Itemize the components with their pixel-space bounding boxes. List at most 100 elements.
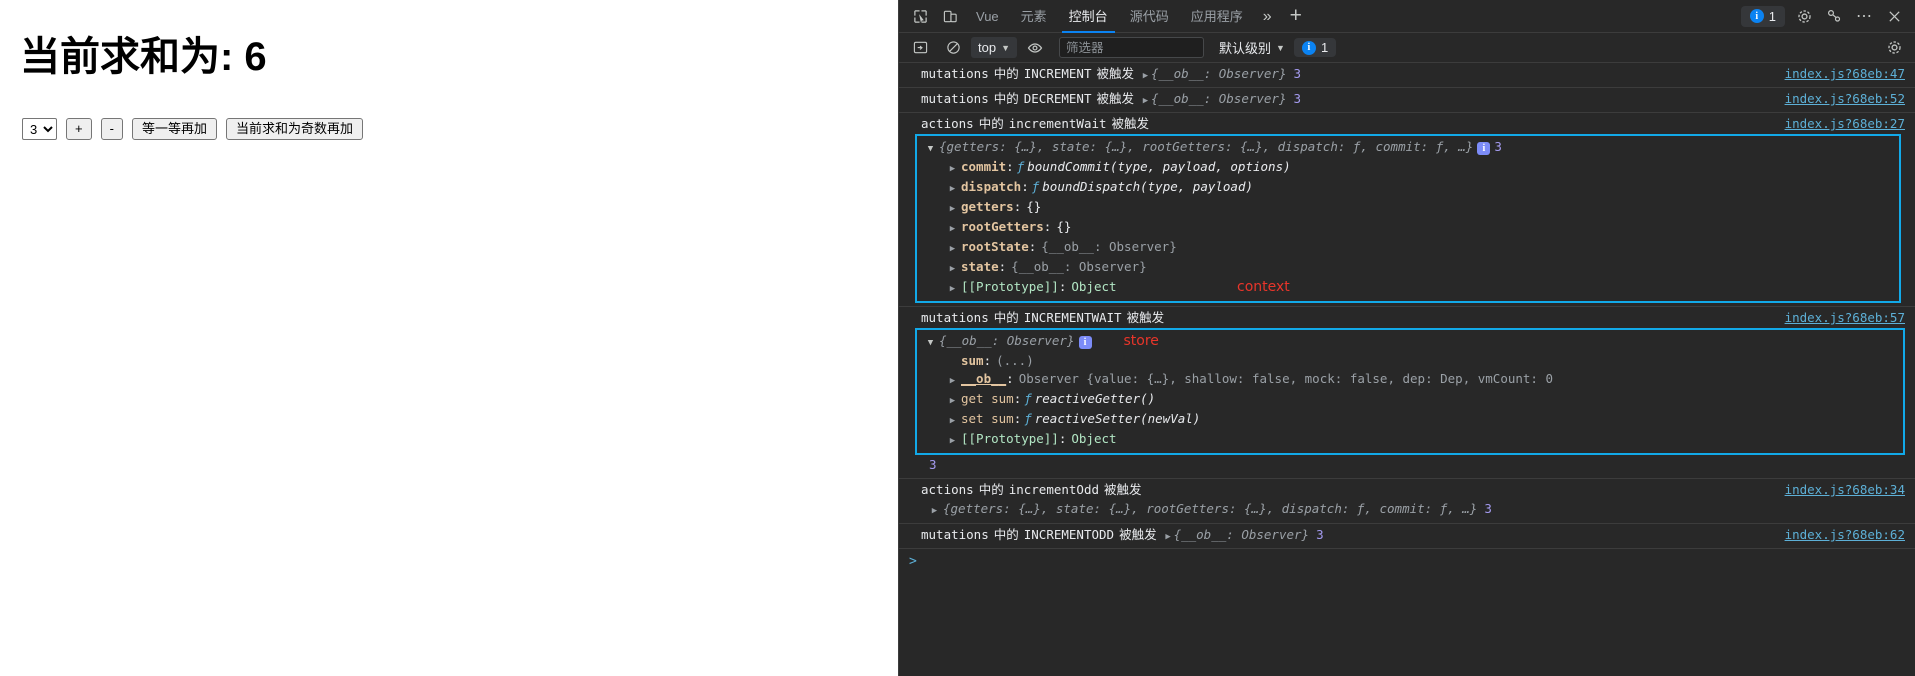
issues-button[interactable]: i 1	[1740, 5, 1785, 27]
console-settings-gear-icon[interactable]	[1879, 35, 1909, 61]
expand-arrow-icon[interactable]: ▶	[947, 180, 958, 198]
message-value: 3	[1293, 91, 1302, 106]
tree-row-get-sum[interactable]: ▶ get sum: ƒ reactiveGetter()	[947, 390, 1895, 410]
error-count-badge[interactable]: i 1	[1293, 38, 1337, 57]
tree-row-prototype[interactable]: ▶ [[Prototype]]: Object	[947, 430, 1895, 450]
tree-row-prototype[interactable]: ▶ [[Prototype]]: Object context	[947, 278, 1891, 298]
expand-arrow-icon[interactable]: ▶	[947, 260, 958, 278]
prop-key: sum	[961, 353, 984, 368]
object-tree: sum: (...) ▶ __ob__: Observer {value: {……	[917, 352, 1903, 451]
expand-arrow-icon[interactable]: ▶	[947, 392, 958, 410]
expand-arrow-icon[interactable]: ▶	[947, 432, 958, 450]
tab-elements[interactable]: 元素	[1010, 0, 1058, 33]
expand-arrow-icon[interactable]: ▶	[947, 280, 958, 298]
object-header: {__ob__: Observer}	[939, 333, 1075, 348]
info-badge-icon[interactable]: i	[1477, 142, 1491, 155]
log-level-selector[interactable]: 默认级别 ▼	[1213, 36, 1291, 59]
prop-value: {}	[1056, 219, 1072, 234]
message-row: actions 中的 incrementOdd 被触发	[899, 480, 1915, 500]
console-message[interactable]: mutations 中的 INCREMENTODD 被触发 ▶ {__ob__:…	[899, 524, 1915, 549]
console-message[interactable]: mutations 中的 INCREMENTWAIT 被触发 index.js?…	[899, 307, 1915, 479]
object-preview-row[interactable]: ▶ {getters: {…}, state: {…}, rootGetters…	[899, 500, 1915, 522]
annotation-context: context	[1237, 279, 1290, 295]
function-marker: ƒ	[1031, 179, 1040, 194]
minus-button[interactable]: -	[100, 118, 123, 140]
object-preview[interactable]: {__ob__: Observer}	[1151, 90, 1287, 108]
context-selector[interactable]: top ▼	[971, 37, 1017, 58]
console-output[interactable]: mutations 中的 INCREMENT 被触发 ▶ {__ob__: Ob…	[899, 63, 1915, 676]
odd-add-button[interactable]: 当前求和为奇数再加	[225, 118, 363, 140]
prop-key: state	[961, 259, 999, 274]
expand-arrow-icon[interactable]: ▶	[1140, 67, 1151, 85]
console-message[interactable]: actions 中的 incrementWait 被触发 index.js?68…	[899, 113, 1915, 307]
tab-vue[interactable]: Vue	[965, 0, 1010, 33]
number-select[interactable]: 3	[22, 118, 57, 140]
source-link[interactable]: index.js?68eb:62	[1785, 526, 1905, 544]
tree-row-dispatch[interactable]: ▶ dispatch: ƒ boundDispatch(type, payloa…	[947, 178, 1891, 198]
filter-input[interactable]	[1059, 37, 1204, 58]
tree-row-rootstate[interactable]: ▶ rootState: {__ob__: Observer}	[947, 238, 1891, 258]
tree-row-ob[interactable]: ▶ __ob__: Observer {value: {…}, shallow:…	[947, 370, 1895, 390]
add-tab-icon[interactable]: +	[1281, 1, 1311, 31]
collapse-arrow-icon[interactable]: ▼	[925, 334, 936, 352]
expand-arrow-icon[interactable]: ▶	[947, 160, 958, 178]
object-preview[interactable]: {__ob__: Observer}	[1151, 65, 1287, 83]
tree-row-state[interactable]: ▶ state: {__ob__: Observer}	[947, 258, 1891, 278]
expand-arrow-icon[interactable]: ▶	[947, 412, 958, 430]
inspect-element-icon[interactable]	[905, 3, 935, 29]
expand-arrow-icon[interactable]: ▶	[947, 200, 958, 218]
info-badge-icon[interactable]: i	[1078, 336, 1092, 349]
message-suffix: 被触发	[1126, 310, 1165, 325]
source-link[interactable]: index.js?68eb:57	[1785, 309, 1905, 327]
tree-row-getters[interactable]: ▶ getters: {}	[947, 198, 1891, 218]
tree-row-commit[interactable]: ▶ commit: ƒ boundCommit(type, payload, o…	[947, 158, 1891, 178]
message-prefix: actions	[921, 482, 974, 497]
prop-key: __ob__	[961, 371, 1007, 386]
more-options-icon[interactable]	[1819, 3, 1849, 29]
clear-console-icon[interactable]	[938, 35, 968, 61]
console-message[interactable]: actions 中的 incrementOdd 被触发 index.js?68e…	[899, 479, 1915, 524]
console-prompt[interactable]: >	[899, 549, 1915, 575]
message-row: mutations 中的 INCREMENTWAIT 被触发	[899, 308, 1915, 328]
chevron-down-icon: ▼	[1276, 42, 1285, 53]
object-preview[interactable]: {__ob__: Observer}	[1174, 526, 1310, 544]
tab-console[interactable]: 控制台	[1058, 0, 1119, 33]
console-message[interactable]: mutations 中的 INCREMENT 被触发 ▶ {__ob__: Ob…	[899, 63, 1915, 88]
prop-value: reactiveSetter(newVal)	[1034, 411, 1201, 426]
source-link[interactable]: index.js?68eb:52	[1785, 90, 1905, 108]
expand-arrow-icon[interactable]: ▶	[947, 240, 958, 258]
wait-add-button[interactable]: 等一等再加	[131, 118, 217, 140]
dock-side-icon[interactable]: ⋯	[1849, 3, 1879, 29]
message-name: incrementOdd	[1008, 482, 1100, 497]
tree-row-rootgetters[interactable]: ▶ rootGetters: {}	[947, 218, 1891, 238]
object-header-row[interactable]: ▼ {getters: {…}, state: {…}, rootGetters…	[917, 138, 1899, 158]
return-value: 3	[929, 457, 937, 472]
expand-arrow-icon[interactable]: ▶	[1140, 92, 1151, 110]
source-link[interactable]: index.js?68eb:27	[1785, 115, 1905, 133]
chevron-down-icon: ▼	[1001, 42, 1010, 53]
source-link[interactable]: index.js?68eb:34	[1785, 481, 1905, 499]
tree-row-set-sum[interactable]: ▶ set sum: ƒ reactiveSetter(newVal)	[947, 410, 1895, 430]
collapse-arrow-icon[interactable]: ▼	[925, 140, 936, 158]
device-toolbar-icon[interactable]	[935, 3, 965, 29]
plus-button[interactable]: +	[66, 118, 92, 140]
live-expression-icon[interactable]	[1020, 35, 1050, 61]
close-icon[interactable]	[1879, 3, 1909, 29]
expand-arrow-icon[interactable]: ▶	[947, 372, 958, 390]
gear-icon[interactable]	[1789, 3, 1819, 29]
prop-sep: :	[1006, 371, 1014, 386]
expand-arrow-icon[interactable]: ▶	[929, 502, 940, 520]
more-tabs-icon[interactable]: »	[1254, 0, 1281, 33]
expand-arrow-icon[interactable]: ▶	[947, 220, 958, 238]
source-link[interactable]: index.js?68eb:47	[1785, 65, 1905, 83]
tree-row-sum[interactable]: sum: (...)	[947, 352, 1895, 370]
tab-sources[interactable]: 源代码	[1119, 0, 1180, 33]
console-sidebar-icon[interactable]	[905, 35, 935, 61]
object-header-row[interactable]: ▼ {__ob__: Observer} i store	[917, 332, 1903, 352]
console-message[interactable]: mutations 中的 DECREMENT 被触发 ▶ {__ob__: Ob…	[899, 88, 1915, 113]
expand-arrow-icon[interactable]: ▶	[1163, 528, 1174, 546]
object-header: {getters: {…}, state: {…}, rootGetters: …	[939, 139, 1474, 154]
message-name: DECREMENT	[1023, 91, 1092, 106]
prop-value: boundDispatch(type, payload)	[1042, 179, 1253, 194]
tab-application[interactable]: 应用程序	[1180, 0, 1254, 33]
